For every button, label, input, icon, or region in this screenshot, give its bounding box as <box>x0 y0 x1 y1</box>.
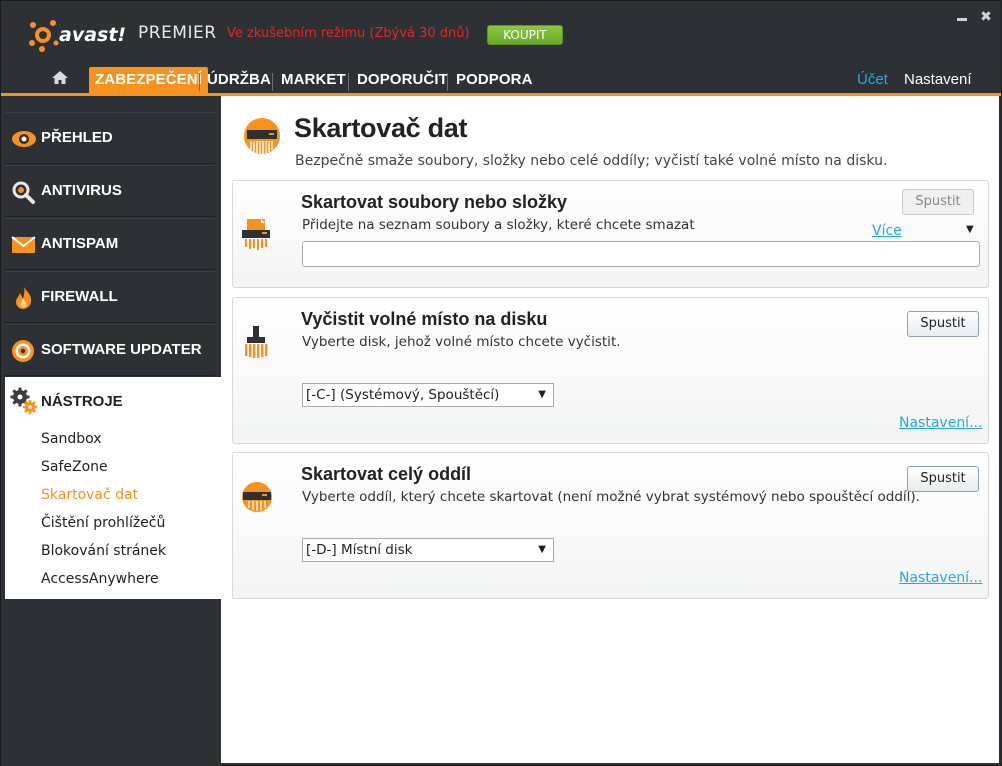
flame-icon <box>11 286 37 310</box>
tab-udrzba[interactable]: ÚDRŽBA <box>207 67 271 93</box>
settings-link[interactable]: Nastavení... <box>899 570 982 586</box>
chevron-down-icon[interactable]: ▼ <box>966 224 974 235</box>
sidebar-item-antispam[interactable]: ANTISPAM <box>5 218 215 270</box>
settings-link[interactable]: Nastavení <box>904 71 972 88</box>
target-icon <box>11 339 37 363</box>
page-subtitle: Bezpečně smaže soubory, složky nebo celé… <box>295 153 888 169</box>
more-link[interactable]: Více <box>872 223 902 239</box>
dropdown-arrow-icon: ▼ <box>538 389 546 400</box>
nav-separator <box>348 73 349 91</box>
subitem-skartovac-dat[interactable]: Skartovač dat <box>41 487 138 503</box>
start-button[interactable]: Spustit <box>907 466 979 492</box>
page-title: Skartovač dat <box>294 113 468 143</box>
home-icon[interactable] <box>51 69 69 87</box>
panel-shred-partition: Skartovat celý oddíl Vyberte oddíl, kter… <box>232 452 989 599</box>
subitem-cisteni-prohlizecu[interactable]: Čištění prohlížečů <box>41 515 165 531</box>
sidebar-item-label: ANTISPAM <box>41 235 119 252</box>
sidebar-item-label: ANTIVIRUS <box>41 182 122 199</box>
avast-logo: avast! <box>29 15 129 55</box>
disk-shredder-icon <box>241 479 273 515</box>
nav-separator <box>199 73 200 91</box>
svg-text:avast!: avast! <box>59 24 126 46</box>
panel-title: Skartovat celý oddíl <box>301 464 472 484</box>
panel-shred-files: Skartovat soubory nebo složky Přidejte n… <box>232 180 989 288</box>
sidebar-item-label: SOFTWARE UPDATER <box>41 341 202 358</box>
tab-market[interactable]: MARKET <box>281 67 346 93</box>
partition-select[interactable]: [-D-] Místní disk ▼ <box>302 538 554 562</box>
panel-description: Přidejte na seznam soubory a složky, kte… <box>302 217 695 233</box>
main-content: Skartovač dat Bezpečně smaže soubory, sl… <box>221 96 999 763</box>
tab-doporucit[interactable]: DOPORUČIT <box>357 67 448 93</box>
dropdown-arrow-icon: ▼ <box>538 544 546 555</box>
sidebar-item-antivirus[interactable]: ANTIVIRUS <box>5 165 215 217</box>
subitem-safezone[interactable]: SafeZone <box>41 459 108 475</box>
sidebar: PŘEHLED ANTIVIRUS ANTISPAM FIREWALL SOFT… <box>1 96 221 766</box>
title-bar: avast! PREMIER Ve zkušebním režimu (Zbýv… <box>1 1 1001 63</box>
panel-description: Vyberte disk, jehož volné místo chcete v… <box>302 334 621 350</box>
disk-select[interactable]: [-C-] (Systémový, Spouštěcí) ▼ <box>302 383 554 407</box>
subitem-sandbox[interactable]: Sandbox <box>41 431 102 447</box>
envelope-icon <box>11 233 37 257</box>
app-window: avast! PREMIER Ve zkušebním režimu (Zbýv… <box>0 0 1002 766</box>
shredder-icon <box>243 117 281 155</box>
panel-title: Skartovat soubory nebo složky <box>301 192 568 212</box>
tab-zabezpeceni[interactable]: ZABEZPEČENÍ <box>89 67 208 93</box>
sidebar-item-software-updater[interactable]: SOFTWARE UPDATER <box>5 324 215 376</box>
minimize-icon <box>957 18 967 21</box>
file-list-input[interactable] <box>302 241 980 267</box>
broom-icon <box>241 324 273 360</box>
tab-podpora[interactable]: PODPORA <box>456 67 533 93</box>
main-nav: ZABEZPEČENÍ ÚDRŽBA MARKET DOPORUČIT PODP… <box>1 63 1001 95</box>
trial-status: Ve zkušebním režimu (Zbývá 30 dnů) <box>227 26 470 41</box>
disk-select-value: [-C-] (Systémový, Spouštěcí) <box>306 387 500 403</box>
account-link[interactable]: Účet <box>857 71 888 88</box>
sidebar-item-firewall[interactable]: FIREWALL <box>5 271 215 323</box>
sidebar-item-label: NÁSTROJE <box>41 393 123 410</box>
gears-icon <box>10 387 38 415</box>
settings-link[interactable]: Nastavení... <box>899 415 982 431</box>
sidebar-item-label: PŘEHLED <box>41 129 113 146</box>
sidebar-item-nastroje[interactable]: NÁSTROJE Sandbox SafeZone Skartovač dat … <box>5 377 221 599</box>
panel-wipe-free-space: Vyčistit volné místo na disku Vyberte di… <box>232 297 989 444</box>
sidebar-item-label: FIREWALL <box>41 288 118 305</box>
partition-select-value: [-D-] Místní disk <box>306 542 413 558</box>
magnifier-icon <box>11 180 37 204</box>
close-button[interactable]: ✖ <box>978 9 994 25</box>
eye-icon <box>11 127 37 151</box>
subitem-accessanywhere[interactable]: AccessAnywhere <box>41 571 159 587</box>
sidebar-item-prehled[interactable]: PŘEHLED <box>5 112 215 164</box>
minimize-button[interactable] <box>954 9 970 25</box>
panel-title: Vyčistit volné místo na disku <box>301 309 548 329</box>
nav-separator <box>272 73 273 91</box>
start-button[interactable]: Spustit <box>907 311 979 337</box>
panel-description: Vyberte oddíl, který chcete skartovat (n… <box>302 489 920 505</box>
file-shredder-icon <box>241 217 273 253</box>
product-name: PREMIER <box>138 23 217 43</box>
buy-button[interactable]: KOUPIT <box>487 25 563 45</box>
subitem-blokovani-stranek[interactable]: Blokování stránek <box>41 543 166 559</box>
nav-separator <box>447 73 448 91</box>
start-button-disabled[interactable]: Spustit <box>902 189 974 215</box>
